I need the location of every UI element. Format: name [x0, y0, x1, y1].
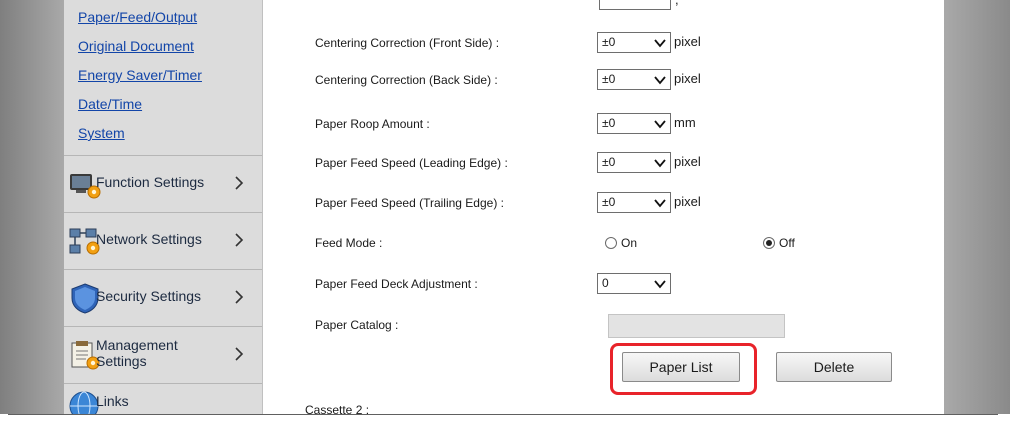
sidebar-link-system[interactable]: System [78, 125, 125, 141]
feed-speed-leading-select[interactable]: ±0 [597, 152, 671, 173]
sidebar-item-label: Links [96, 393, 129, 409]
feed-mode-off-radio[interactable] [763, 237, 775, 249]
sidebar-item-label: Security Settings [96, 288, 202, 304]
sidebar-item-label: Network Settings [96, 231, 202, 247]
sidebar: Paper/Feed/Output Original Document Ener… [64, 0, 262, 414]
clipped-top-select[interactable] [599, 0, 671, 10]
paper-list-button[interactable]: Paper List [622, 352, 740, 382]
paper-roop-unit: mm [674, 115, 696, 130]
paper-roop-select[interactable]: ±0 [597, 113, 671, 134]
sidebar-item-label-line1: Management [96, 337, 178, 353]
delete-button[interactable]: Delete [776, 352, 892, 382]
clipped-top-unit: , [675, 0, 679, 7]
main-settings-panel: , Centering Correction (Front Side) : ±0… [263, 0, 944, 417]
sidebar-item-function-settings[interactable]: Function Settings [64, 155, 262, 212]
feed-speed-leading-unit: pixel [674, 154, 701, 169]
feed-speed-trailing-select[interactable]: ±0 [597, 192, 671, 213]
paper-catalog-field[interactable] [608, 314, 785, 338]
deck-adjustment-select[interactable]: 0 [597, 273, 671, 294]
chevron-down-icon [654, 120, 666, 129]
chevron-down-icon [654, 159, 666, 168]
chevron-right-icon [235, 290, 244, 304]
feed-speed-leading-label: Paper Feed Speed (Leading Edge) : [315, 156, 508, 170]
centering-back-label: Centering Correction (Back Side) : [315, 73, 498, 87]
chevron-down-icon [654, 39, 666, 48]
bottom-line [8, 414, 998, 415]
centering-front-label: Centering Correction (Front Side) : [315, 36, 500, 50]
chevron-right-icon [235, 347, 244, 361]
sidebar-link-date-time[interactable]: Date/Time [78, 96, 142, 112]
chevron-right-icon [235, 176, 244, 190]
feed-speed-trailing-unit: pixel [674, 194, 701, 209]
sidebar-item-label-line2: Settings [96, 353, 147, 369]
feed-speed-trailing-label: Paper Feed Speed (Trailing Edge) : [315, 196, 504, 210]
bottom-strip [0, 414, 1010, 424]
chevron-right-icon [235, 233, 244, 247]
sidebar-item-security-settings[interactable]: Security Settings [64, 269, 262, 326]
feed-mode-on-label: On [621, 236, 638, 250]
centering-front-unit: pixel [674, 34, 701, 49]
paper-catalog-label: Paper Catalog : [315, 318, 399, 332]
centering-back-select[interactable]: ±0 [597, 69, 671, 90]
feed-mode-off-label: Off [779, 236, 795, 250]
feed-mode-on-radio[interactable] [605, 237, 617, 249]
sidebar-link-paper-feed-output[interactable]: Paper/Feed/Output [78, 9, 197, 25]
paper-roop-label: Paper Roop Amount : [315, 117, 430, 131]
feed-mode-label: Feed Mode : [315, 236, 383, 250]
chevron-down-icon [654, 199, 666, 208]
sidebar-item-label: Function Settings [96, 174, 205, 190]
centering-front-select[interactable]: ±0 [597, 32, 671, 53]
sidebar-item-management-settings[interactable]: Management Settings [64, 326, 262, 383]
sidebar-item-links[interactable]: Links [64, 383, 262, 414]
chevron-down-icon [654, 76, 666, 85]
right-gutter [944, 0, 1010, 414]
sidebar-link-original-document[interactable]: Original Document [78, 38, 194, 54]
centering-back-unit: pixel [674, 71, 701, 86]
sidebar-item-network-settings[interactable]: Network Settings [64, 212, 262, 269]
left-gutter [0, 0, 64, 414]
chevron-down-icon [654, 280, 666, 289]
sidebar-link-energy-saver-timer[interactable]: Energy Saver/Timer [78, 67, 202, 83]
deck-adjustment-label: Paper Feed Deck Adjustment : [315, 277, 478, 291]
